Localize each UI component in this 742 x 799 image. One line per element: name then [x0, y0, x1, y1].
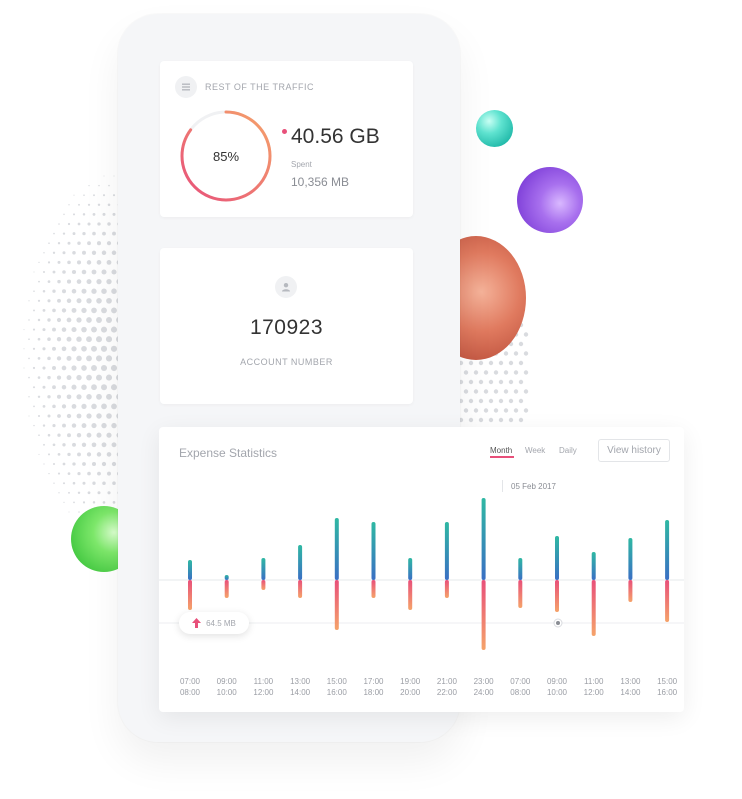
bar-up-5[interactable] — [334, 518, 339, 580]
list-icon — [175, 76, 197, 98]
x-tick-label: 15:00 16:00 — [657, 677, 678, 697]
spent-value: 10,356 MB — [291, 175, 350, 189]
bar-up-13[interactable] — [628, 538, 633, 580]
x-tick-label: 17:00 18:00 — [363, 677, 384, 697]
bar-down-13[interactable] — [628, 580, 633, 602]
bar-up-6[interactable] — [371, 522, 376, 580]
x-tick-label: 09:00 10:00 — [216, 677, 237, 697]
value-tooltip: 64.5 MB — [179, 612, 249, 634]
bar-up-11[interactable] — [555, 536, 559, 580]
account-card: 170923 ACCOUNT NUMBER — [160, 248, 413, 404]
bar-up-2[interactable] — [224, 575, 229, 580]
bar-down-3[interactable] — [261, 580, 266, 590]
bar-down-4[interactable] — [298, 580, 303, 598]
user-icon — [275, 276, 297, 298]
bar-down-12[interactable] — [591, 580, 596, 636]
bar-down-14[interactable] — [665, 580, 670, 622]
x-tick-label: 21:00 22:00 — [436, 677, 457, 697]
bar-down-9[interactable] — [481, 580, 486, 650]
bar-up-1[interactable] — [188, 560, 192, 580]
purple-sphere — [517, 167, 583, 233]
traffic-card: REST OF THE TRAFFIC 85% 40.56 GB Spent 1… — [160, 61, 413, 217]
bar-up-3[interactable] — [261, 558, 266, 580]
bar-down-11[interactable] — [555, 580, 559, 612]
bar-up-14[interactable] — [665, 520, 670, 580]
expense-chart — [159, 498, 684, 650]
x-tick-label: 13:00 14:00 — [290, 677, 311, 697]
bar-up-10[interactable] — [518, 558, 523, 580]
bar-down-8[interactable] — [444, 580, 449, 598]
bar-up-12[interactable] — [591, 552, 596, 580]
bar-down-6[interactable] — [371, 580, 376, 598]
x-tick-label: 19:00 20:00 — [400, 677, 421, 697]
expense-statistics-card: Expense Statistics Month Week Daily View… — [159, 427, 684, 712]
x-tick-label: 07:00 08:00 — [510, 677, 531, 697]
x-tick-label: 11:00 12:00 — [253, 677, 274, 697]
chart-cursor-point — [556, 621, 560, 625]
teal-sphere — [476, 110, 513, 147]
traffic-percent: 85% — [212, 148, 240, 164]
x-tick-label: 09:00 10:00 — [546, 677, 568, 697]
bar-down-1[interactable] — [188, 580, 192, 610]
x-tick-label: 15:00 16:00 — [326, 677, 347, 697]
status-dot — [282, 129, 287, 134]
x-tick-label: 07:00 08:00 — [179, 677, 201, 697]
bar-up-4[interactable] — [298, 545, 303, 580]
x-tick-label: 13:00 14:00 — [620, 677, 641, 697]
traffic-value: 40.56 GB — [291, 125, 380, 148]
bar-up-8[interactable] — [444, 522, 449, 580]
bar-down-2[interactable] — [224, 580, 229, 598]
bar-up-9[interactable] — [481, 498, 486, 580]
dot-pattern-left — [23, 175, 118, 532]
bar-down-10[interactable] — [518, 580, 523, 608]
bar-up-7[interactable] — [408, 558, 413, 580]
bar-down-5[interactable] — [334, 580, 339, 630]
upload-arrow-icon — [192, 618, 202, 628]
x-tick-label: 23:00 24:00 — [473, 677, 494, 697]
account-number: 170923 — [249, 316, 324, 339]
account-label: ACCOUNT NUMBER — [240, 357, 333, 367]
traffic-title: REST OF THE TRAFFIC — [205, 82, 315, 92]
tooltip-value: 64.5 MB — [206, 618, 236, 628]
x-tick-label: 11:00 12:00 — [583, 677, 604, 697]
spent-label: Spent — [291, 160, 312, 169]
bar-down-7[interactable] — [408, 580, 413, 610]
